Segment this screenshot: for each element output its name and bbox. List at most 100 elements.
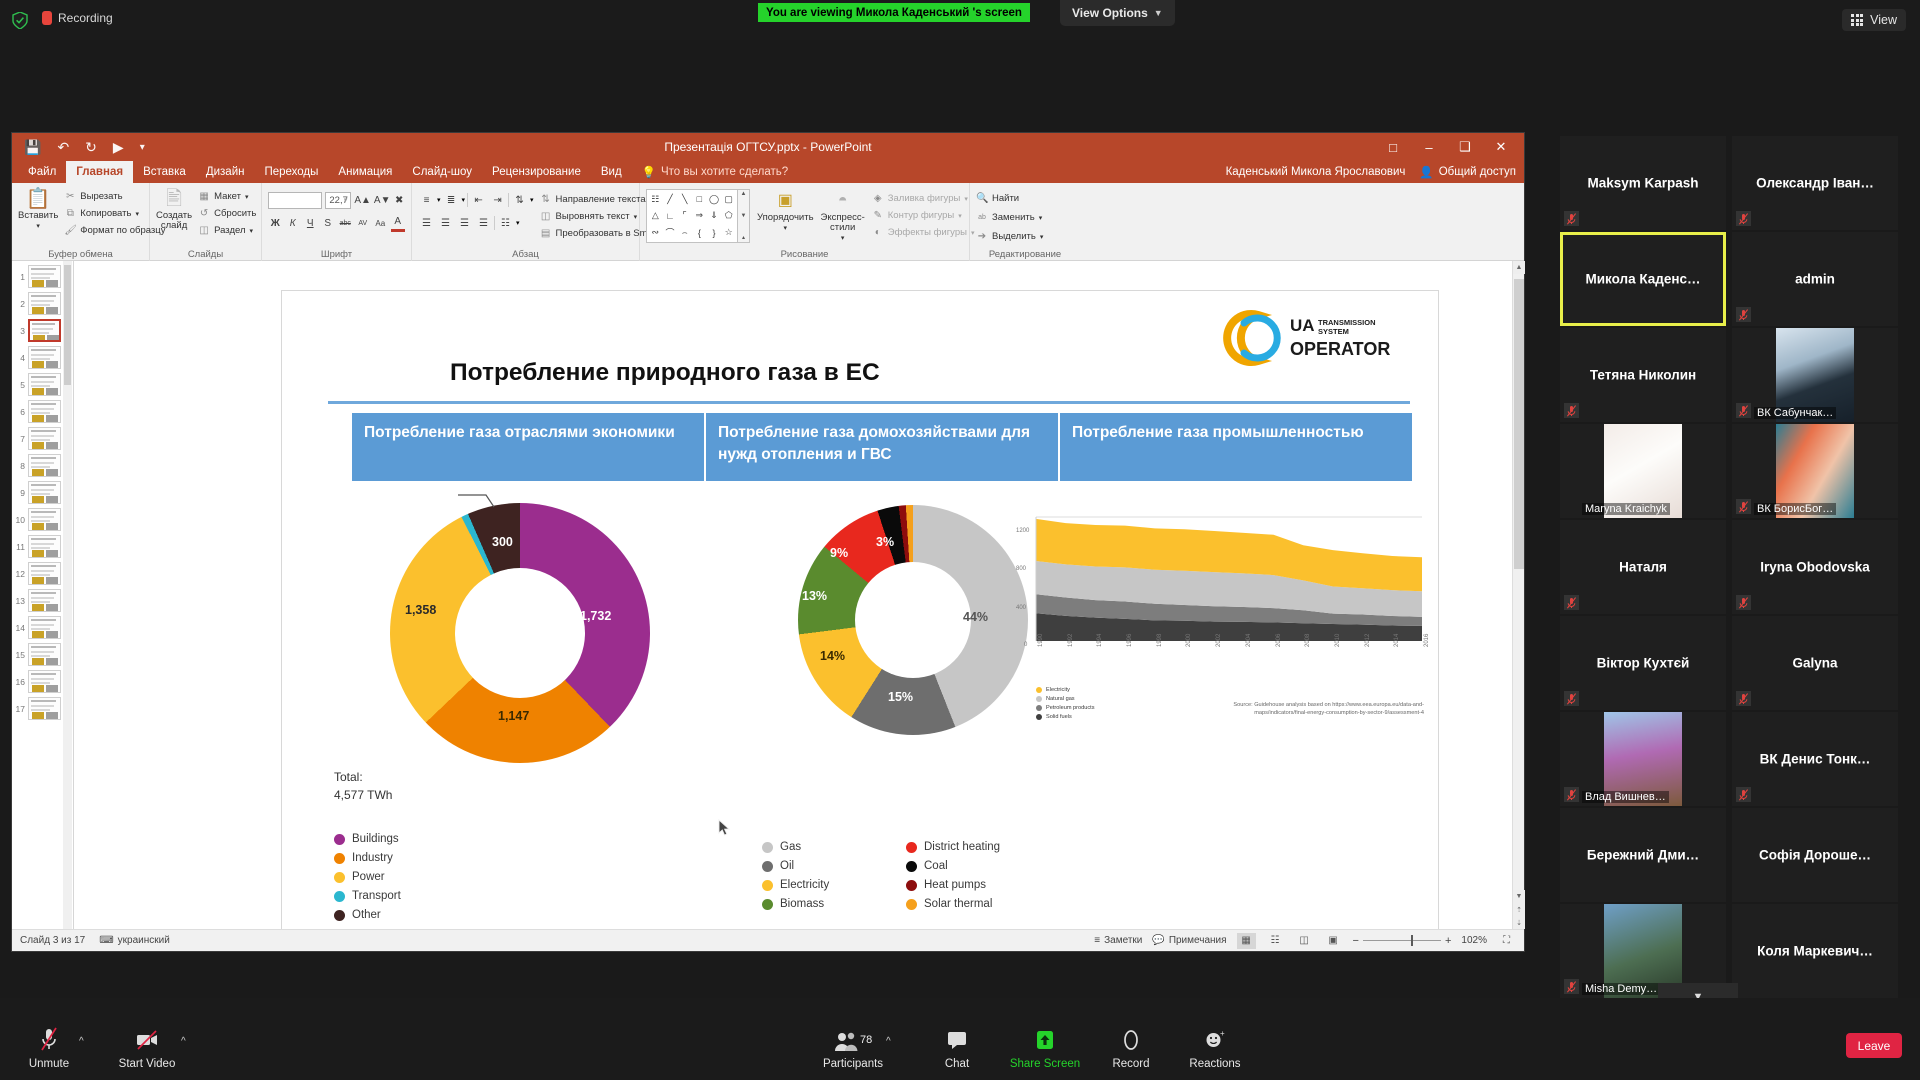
participant-tile[interactable]: Бережний Дми… — [1560, 808, 1726, 902]
decrease-font-size-button[interactable]: A▼ — [374, 192, 391, 209]
zoom-slider[interactable]: − + — [1353, 935, 1452, 947]
header-industry[interactable]: Потребление газа промышленностью — [1058, 413, 1412, 481]
zoom-out-icon[interactable]: − — [1353, 935, 1359, 947]
recording-indicator[interactable]: Recording — [42, 11, 113, 25]
arc-shape-icon[interactable]: ⌢ — [677, 224, 692, 241]
legend-item-petroleum-area[interactable]: Petroleum products — [1036, 705, 1095, 711]
participant-tile[interactable]: Софія Дороше… — [1732, 808, 1898, 902]
tab-animations[interactable]: Анимация — [328, 161, 402, 183]
scroll-up-icon[interactable]: ▲ — [1513, 261, 1525, 274]
save-icon[interactable]: 💾 — [24, 139, 41, 156]
slide-thumbnail[interactable] — [28, 589, 61, 612]
freeform-shape-icon[interactable]: ∾ — [648, 224, 663, 241]
legend-item-buildings[interactable]: Buildings — [334, 833, 401, 845]
chevron-down-icon[interactable]: ▾ — [530, 196, 534, 204]
legend-item-transport[interactable]: Transport — [334, 890, 401, 902]
participant-tile[interactable]: Віктор Кухтєй — [1560, 616, 1726, 710]
pentagon-shape-icon[interactable]: ⬠ — [721, 208, 736, 225]
reset-button[interactable]: ↺Сбросить — [198, 206, 256, 221]
minimize-button[interactable]: – — [1412, 134, 1446, 160]
decrease-indent-button[interactable]: ⇤ — [470, 192, 487, 209]
participant-tile[interactable]: ВК Сабунчак… — [1732, 328, 1898, 422]
previous-slide-icon[interactable]: ⇡ — [1513, 903, 1525, 916]
slide-thumbnail[interactable] — [28, 508, 61, 531]
triangle-shape-icon[interactable]: △ — [648, 208, 663, 225]
participant-tile[interactable]: admin — [1732, 232, 1898, 326]
numbering-button[interactable]: ≣ — [443, 192, 460, 209]
slide-thumbnail[interactable] — [28, 346, 61, 369]
tab-insert[interactable]: Вставка — [133, 161, 196, 183]
slideshow-view-button[interactable]: ▣ — [1324, 933, 1343, 949]
increase-font-size-button[interactable]: A▲ — [354, 192, 371, 209]
slide-thumbnail-pane[interactable]: 1234567891011121314151617 — [12, 261, 74, 929]
participants-caret-icon[interactable]: ^ — [886, 1036, 891, 1047]
unmute-button[interactable]: Unmute — [18, 1027, 80, 1070]
record-button[interactable]: Record — [1100, 1027, 1162, 1070]
tell-me-box[interactable]: 💡 Что вы хотите сделать? — [632, 161, 798, 183]
legend-item-solar-thermal[interactable]: Solar thermal — [906, 898, 1038, 910]
reactions-button[interactable]: + Reactions — [1178, 1027, 1252, 1070]
legend-item-power[interactable]: Power — [334, 871, 401, 883]
slide-thumbnail[interactable] — [28, 373, 61, 396]
chevron-down-icon[interactable]: ▾ — [516, 219, 520, 227]
down-arrow-shape-icon[interactable]: ⇓ — [707, 208, 722, 225]
font-name-input[interactable] — [268, 192, 322, 209]
strikethrough-button[interactable]: abc — [338, 215, 353, 232]
character-spacing-button[interactable]: AV — [356, 215, 371, 232]
undo-icon[interactable]: ↶ — [57, 139, 69, 156]
reading-view-button[interactable]: ◫ — [1295, 933, 1314, 949]
share-screen-button[interactable]: Share Screen — [1000, 1027, 1090, 1070]
legend-item-coal[interactable]: Coal — [906, 860, 1038, 872]
slide-thumbnail[interactable] — [28, 697, 61, 720]
font-size-input[interactable]: 22,7▾ — [325, 192, 351, 209]
scroll-down-icon[interactable]: ▼ — [1513, 890, 1525, 903]
participant-tile[interactable]: Iryna Obodovska — [1732, 520, 1898, 614]
slide-number-status[interactable]: Слайд 3 из 17 — [20, 935, 85, 946]
quick-styles-button[interactable]: ◓ Экспресс-стили ▾ — [821, 189, 865, 242]
tab-transitions[interactable]: Переходы — [254, 161, 328, 183]
left-brace-icon[interactable]: { — [692, 224, 707, 241]
chart-industry-area[interactable]: 1200 800 400 0 1990199219941996199820002… — [1010, 511, 1430, 741]
video-options-caret-icon[interactable]: ^ — [181, 1036, 186, 1047]
participant-tile[interactable]: Олександр Іван… — [1732, 136, 1898, 230]
share-button[interactable]: 👤 Общий доступ — [1419, 165, 1516, 179]
legend-item-other[interactable]: Other — [334, 909, 401, 921]
slide-sorter-view-button[interactable]: ☷ — [1266, 933, 1285, 949]
elbow-connector-icon[interactable]: ∟ — [663, 208, 678, 225]
encryption-shield-icon[interactable] — [12, 12, 28, 29]
shapes-gallery[interactable]: ☷╱╲□◯▢ △∟⌜⇒⇓⬠ ∾⌒⌢{}☆ — [646, 189, 738, 243]
legend-item-industry[interactable]: Industry — [334, 852, 401, 864]
zoom-percent[interactable]: 102% — [1461, 935, 1487, 946]
slide-thumbnail[interactable] — [28, 643, 61, 666]
participant-tile[interactable]: Наталя — [1560, 520, 1726, 614]
slide-thumbnail[interactable] — [28, 292, 61, 315]
start-video-button[interactable]: Start Video — [108, 1027, 186, 1070]
right-brace-icon[interactable]: } — [707, 224, 722, 241]
legend-item-biomass[interactable]: Biomass — [762, 898, 894, 910]
shape-outline-button[interactable]: ✎Контур фигуры▾ — [872, 208, 975, 223]
tab-slideshow[interactable]: Слайд-шоу — [402, 161, 482, 183]
fit-slide-to-window-button[interactable]: ⛶ — [1497, 933, 1516, 949]
zoom-thumb[interactable] — [1411, 935, 1413, 946]
slide-canvas[interactable]: UA TRANSMISSION SYSTEM OPERATOR Потребле… — [282, 291, 1438, 941]
slide-scroll-thumb[interactable] — [1514, 279, 1524, 569]
rectangle-shape-icon[interactable]: □ — [692, 191, 707, 208]
bold-button[interactable]: Ж — [268, 215, 283, 232]
comments-button[interactable]: 💬Примечания — [1152, 935, 1226, 946]
notes-button[interactable]: ≡Заметки — [1094, 935, 1142, 946]
participant-tile[interactable]: Maksym Karpash — [1560, 136, 1726, 230]
section-button[interactable]: ◫Раздел▾ — [198, 223, 256, 238]
slide-thumbnail[interactable] — [28, 562, 61, 585]
chat-button[interactable]: Chat — [926, 1027, 988, 1070]
columns-button[interactable]: ☷ — [497, 215, 514, 232]
tab-design[interactable]: Дизайн — [196, 161, 255, 183]
legend-item-natural-gas-area[interactable]: Natural gas — [1036, 696, 1095, 702]
rounded-rect-shape-icon[interactable]: ▢ — [721, 191, 736, 208]
leave-button[interactable]: Leave — [1846, 1033, 1902, 1058]
text-shadow-button[interactable]: S — [321, 215, 336, 232]
participant-panel[interactable]: Maksym KarpashОлександр Іван…Микола Каде… — [1560, 136, 1904, 992]
view-options-button[interactable]: View Options ▼ — [1060, 0, 1175, 26]
header-households[interactable]: Потребление газа домохозяйствами для нуж… — [704, 413, 1058, 481]
legend-item-gas[interactable]: Gas — [762, 841, 894, 853]
customize-qat-icon[interactable]: ▾ — [140, 142, 145, 153]
